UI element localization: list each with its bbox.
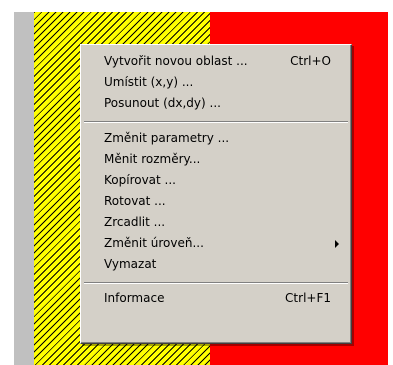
menu-item-label: Měnit rozměry... — [104, 152, 201, 166]
menu-item-delete[interactable]: Vymazat — [83, 254, 349, 275]
menu-item-information[interactable]: Informace Ctrl+F1 — [83, 288, 349, 309]
menu-item-shortcut: Ctrl+F1 — [285, 291, 331, 305]
menu-separator — [84, 121, 348, 123]
menu-item-label: Posunout (dx,dy) ... — [104, 96, 221, 110]
menu-item-create-area[interactable]: Vytvořit novou oblast ... Ctrl+O — [83, 51, 349, 72]
menu-item-label: Vymazat — [104, 257, 157, 271]
left-gray-strip — [14, 12, 34, 365]
menu-item-label: Umístit (x,y) ... — [104, 75, 194, 89]
menu-item-rotate[interactable]: Rotovat ... — [83, 191, 349, 212]
menu-item-place[interactable]: Umístit (x,y) ... — [83, 72, 349, 93]
menu-item-label: Zrcadlit ... — [104, 215, 166, 229]
menu-item-change-level[interactable]: Změnit úroveň... — [83, 233, 349, 254]
menu-item-label: Změnit parametry ... — [104, 131, 230, 145]
menu-separator — [84, 282, 348, 284]
menu-item-label: Kopírovat ... — [104, 173, 176, 187]
menu-item-shortcut: Ctrl+O — [290, 54, 331, 68]
context-menu: Vytvořit novou oblast ... Ctrl+O Umístit… — [80, 44, 352, 344]
menu-item-label: Informace — [104, 291, 165, 305]
menu-item-copy[interactable]: Kopírovat ... — [83, 170, 349, 191]
menu-item-mirror[interactable]: Zrcadlit ... — [83, 212, 349, 233]
menu-item-label: Vytvořit novou oblast ... — [104, 54, 248, 68]
menu-item-label: Změnit úroveň... — [104, 236, 204, 250]
menu-item-move[interactable]: Posunout (dx,dy) ... — [83, 93, 349, 114]
menu-item-change-parameters[interactable]: Změnit parametry ... — [83, 128, 349, 149]
menu-item-resize[interactable]: Měnit rozměry... — [83, 149, 349, 170]
submenu-arrow-icon — [335, 240, 339, 248]
menu-item-label: Rotovat ... — [104, 194, 166, 208]
